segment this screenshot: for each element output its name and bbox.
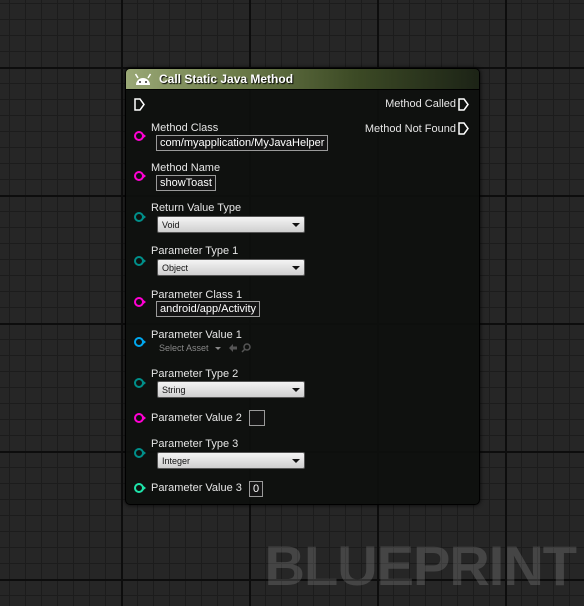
select-asset-dropdown[interactable]: Select Asset [157,342,223,355]
parameter-type-1-value: Object [162,263,189,273]
method-not-found-pin[interactable] [458,122,469,135]
chevron-down-icon [292,388,300,392]
parameter-value-2-input[interactable] [249,410,265,426]
method-name-label: Method Name [151,162,221,174]
blueprint-watermark: BLUEPRINT [264,534,577,597]
parameter-value-3-pin[interactable] [134,482,146,494]
method-name-input[interactable]: showToast [156,175,216,191]
parameter-type-2-dropdown[interactable]: String [157,381,305,398]
call-static-java-method-node[interactable]: Call Static Java Method Method Called Me… [125,68,480,505]
chevron-down-icon [292,266,300,270]
parameter-type-2-value: String [162,385,186,395]
parameter-type-2-pin[interactable] [134,377,146,389]
select-asset-label: Select Asset [159,343,209,353]
arrow-left-icon[interactable] [228,343,238,353]
parameter-value-1-label: Parameter Value 1 [151,329,242,341]
return-value-type-pin[interactable] [134,211,146,223]
parameter-type-3-label: Parameter Type 3 [151,438,239,450]
method-class-label: Method Class [151,122,219,134]
chevron-down-icon [292,223,300,227]
parameter-type-2-label: Parameter Type 2 [151,368,239,380]
parameter-type-1-label: Parameter Type 1 [151,245,239,257]
method-class-input[interactable]: com/myapplication/MyJavaHelper [156,135,329,151]
parameter-type-3-dropdown[interactable]: Integer [157,452,305,469]
parameter-class-1-label: Parameter Class 1 [151,289,243,301]
parameter-value-2-label: Parameter Value 2 [151,412,242,424]
android-icon [134,73,152,85]
node-header[interactable]: Call Static Java Method [126,69,479,90]
parameter-value-1-pin[interactable] [134,336,146,348]
parameter-type-3-value: Integer [162,456,191,466]
parameter-value-2-pin[interactable] [134,412,146,424]
parameter-class-1-pin[interactable] [134,296,146,308]
method-class-pin[interactable] [134,130,146,142]
method-not-found-label: Method Not Found [364,123,456,135]
parameter-value-3-input[interactable]: 0 [249,481,264,497]
method-called-pin[interactable] [458,98,469,111]
chevron-down-icon [215,347,221,350]
return-value-type-label: Return Value Type [151,202,242,214]
exec-in-pin[interactable] [134,98,145,111]
node-title: Call Static Java Method [159,72,294,86]
method-called-label: Method Called [385,98,456,110]
parameter-type-1-pin[interactable] [134,255,146,267]
method-name-pin[interactable] [134,170,146,182]
parameter-type-3-pin[interactable] [134,447,146,459]
parameter-class-1-input[interactable]: android/app/Activity [156,301,260,317]
return-value-type-value: Void [162,220,180,230]
parameter-value-3-label: Parameter Value 3 [151,482,242,494]
return-value-type-dropdown[interactable]: Void [157,216,305,233]
chevron-down-icon [292,459,300,463]
search-icon[interactable] [241,343,251,353]
parameter-type-1-dropdown[interactable]: Object [157,259,305,276]
